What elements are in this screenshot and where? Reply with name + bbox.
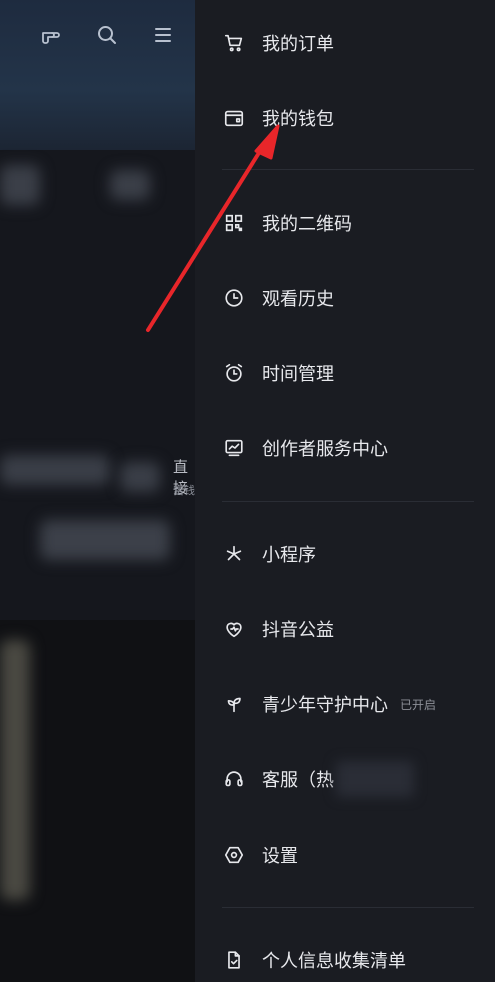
document-icon <box>222 948 246 972</box>
divider <box>222 501 474 502</box>
menu-item-orders[interactable]: 我的订单 <box>222 23 334 63</box>
asterisk-icon <box>222 542 246 566</box>
clock-icon <box>222 286 246 310</box>
menu-item-label: 抖音公益 <box>262 620 334 641</box>
menu-item-label: 时间管理 <box>262 364 334 385</box>
menu-item-label: 客服（热 <box>262 770 334 791</box>
wallet-icon <box>222 106 246 130</box>
blurred-text <box>120 462 160 492</box>
blurred-text <box>0 455 110 485</box>
menu-item-time-management[interactable]: 时间管理 <box>222 353 334 393</box>
background-video <box>0 620 200 982</box>
menu-item-charity[interactable]: 抖音公益 <box>222 609 334 649</box>
top-toolbar <box>38 22 176 48</box>
chart-icon <box>222 436 246 460</box>
blurred-avatar <box>0 165 40 205</box>
qr-code-icon <box>222 211 246 235</box>
headset-icon <box>222 767 246 791</box>
menu-item-label: 设置 <box>262 846 298 867</box>
menu-item-history[interactable]: 观看历史 <box>222 278 334 318</box>
menu-item-label: 观看历史 <box>262 289 334 310</box>
heart-icon <box>222 617 246 641</box>
menu-item-qr-code[interactable]: 我的二维码 <box>222 203 352 243</box>
menu-item-mini-programs[interactable]: 小程序 <box>222 534 316 574</box>
divider <box>222 169 474 170</box>
menu-item-label: 青少年守护中心 <box>262 695 388 716</box>
menu-item-label: 我的订单 <box>262 34 334 55</box>
menu-item-personal-info-list[interactable]: 个人信息收集清单 <box>222 940 406 980</box>
background-feed: 直接 富钱 <box>0 0 200 982</box>
blurred-text <box>40 520 170 560</box>
menu-item-label: 我的二维码 <box>262 214 352 235</box>
menu-item-youth-protection[interactable]: 青少年守护中心 已开启 <box>222 684 436 724</box>
menu-item-label: 小程序 <box>262 545 316 566</box>
side-subtext: 富钱 <box>173 484 195 497</box>
alarm-clock-icon <box>222 361 246 385</box>
menu-item-label: 个人信息收集清单 <box>262 951 406 972</box>
status-badge: 已开启 <box>400 697 437 712</box>
sprout-icon <box>222 692 246 716</box>
cart-icon <box>222 31 246 55</box>
side-drawer: 我的订单 我的钱包 我的二维码 观看历史 时间管理 创作者服务中心 小程序 抖音… <box>195 0 495 982</box>
menu-icon[interactable] <box>150 22 176 48</box>
redacted-text <box>336 761 414 797</box>
divider <box>222 907 474 908</box>
menu-item-settings[interactable]: 设置 <box>222 835 298 875</box>
hand-pointer-icon[interactable] <box>38 22 64 48</box>
blurred-element <box>110 170 150 200</box>
settings-icon <box>222 843 246 867</box>
menu-item-wallet[interactable]: 我的钱包 <box>222 98 334 138</box>
menu-item-label: 我的钱包 <box>262 109 334 130</box>
menu-item-customer-service[interactable]: 客服（热 <box>222 759 414 799</box>
search-icon[interactable] <box>94 22 120 48</box>
blurred-strip <box>0 640 30 900</box>
menu-item-label: 创作者服务中心 <box>262 439 388 460</box>
menu-item-creator-center[interactable]: 创作者服务中心 <box>222 428 388 468</box>
